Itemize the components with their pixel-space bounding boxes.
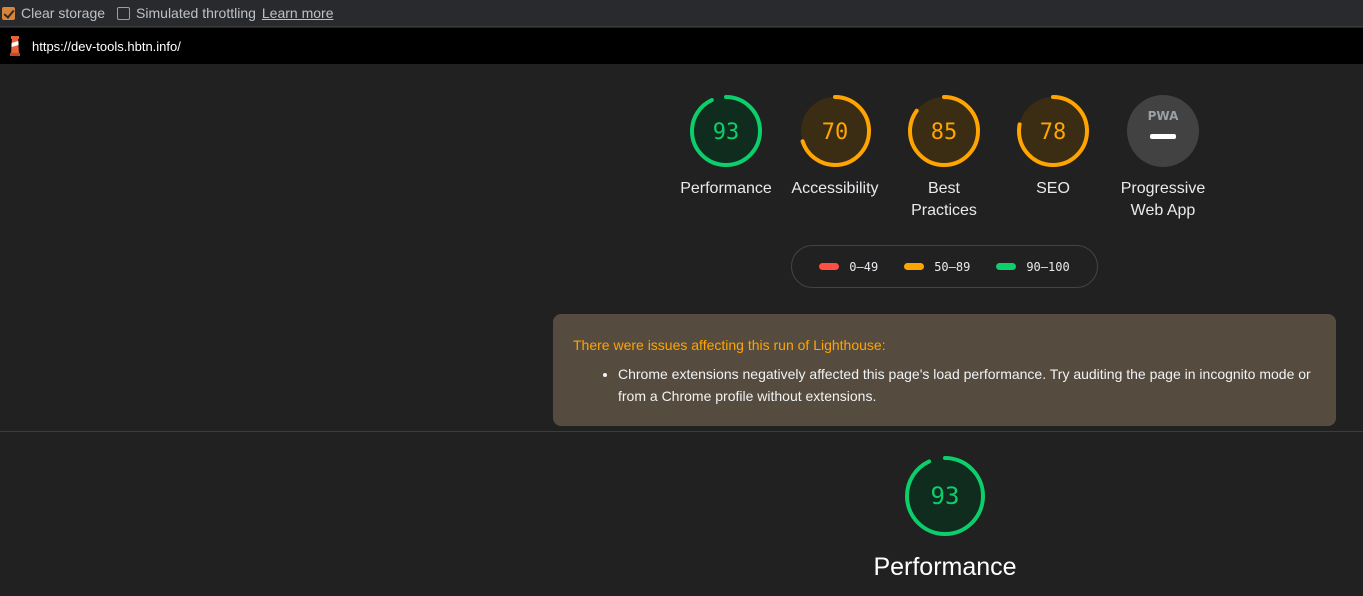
simulated-throttling-option[interactable]: Simulated throttling [117,5,256,21]
performance-gauge-ring: 93 [905,456,985,536]
warning-item: Chrome extensions negatively affected th… [618,363,1316,407]
seo-label: SEO [1036,180,1070,197]
warning-title: There were issues affecting this run of … [573,337,886,353]
best-practices-score: 85 [931,120,958,145]
score-legend: 0–49 50–89 90–100 [791,245,1098,288]
clear-storage-checkbox[interactable] [2,6,15,20]
pwa-gauge[interactable]: PWA Progressive Web App [1103,94,1223,222]
legend-average-label: 50–89 [934,259,971,274]
performance-score: 93 [713,120,740,145]
gauge-seo[interactable]: 78 SEO [993,94,1113,200]
accessibility-score: 70 [822,120,849,145]
accessibility-label: Accessibility [791,180,879,197]
seo-score: 78 [1040,120,1067,145]
clear-storage-label[interactable]: Clear storage [21,5,105,21]
legend-item-average: 50–89 [904,260,970,274]
accessibility-gauge-ring: 70 [799,95,871,167]
legend-pass-label: 90–100 [1026,259,1070,274]
run-warnings: There were issues affecting this run of … [553,314,1336,426]
legend-fail-label: 0–49 [849,259,879,274]
performance-section-score: 93 [931,482,960,510]
gauge-best-practices[interactable]: 85 Best Practices [884,94,1004,222]
warning-list: Chrome extensions negatively affected th… [573,363,1316,407]
clear-storage-option[interactable]: Clear storage [2,5,105,21]
performance-section-gauge: 93 Performance [870,455,1020,582]
best-practices-label: Best Practices [911,180,977,219]
section-divider [0,431,1363,432]
simulated-throttling-label[interactable]: Simulated throttling [136,5,256,21]
best-practices-gauge-ring: 85 [908,95,980,167]
legend-item-pass: 90–100 [996,259,1070,274]
average-range-icon [904,263,925,270]
gauge-accessibility[interactable]: 70 Accessibility [775,94,895,200]
learn-more-link[interactable]: Learn more [262,5,334,21]
gauge-performance[interactable]: 93 Performance [666,94,786,200]
pwa-label: Progressive Web App [1120,180,1206,219]
pwa-badge-text: PWA [1148,109,1179,123]
performance-label: Performance [680,180,772,197]
fail-range-icon [819,263,840,270]
performance-gauge-ring: 93 [690,95,762,167]
lighthouse-toolbar: Clear storage Simulated throttling Learn… [0,0,1363,27]
pass-range-icon [996,263,1017,270]
report-url[interactable]: https://dev-tools.hbtn.info/ [32,39,181,54]
performance-section-title: Performance [873,553,1017,581]
pwa-badge-icon: PWA [1127,95,1199,167]
legend-item-fail: 0–49 [819,260,878,274]
simulated-throttling-checkbox[interactable] [117,6,131,20]
lighthouse-logo-icon [10,36,20,56]
report-url-bar: https://dev-tools.hbtn.info/ [0,28,1363,64]
seo-gauge-ring: 78 [1017,95,1089,167]
